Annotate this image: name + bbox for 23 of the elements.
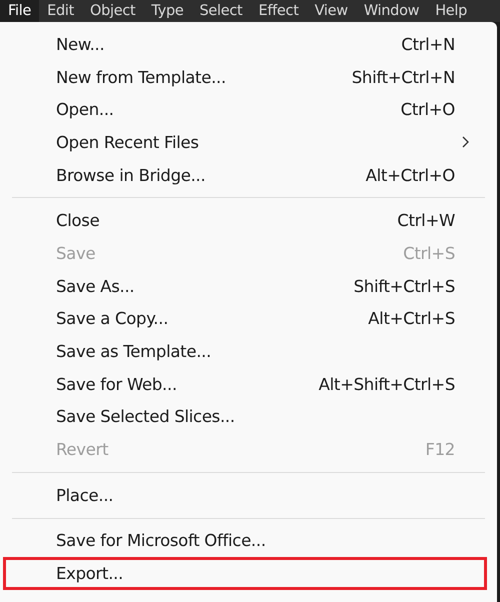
menu-bar-item[interactable]: Select <box>192 0 250 22</box>
menu-item[interactable]: Open... Ctrl+O <box>0 93 497 126</box>
menu-item[interactable]: Save for Web... Alt+Shift+Ctrl+S <box>0 368 497 401</box>
menu-item[interactable]: Save for Microsoft Office... <box>0 524 497 558</box>
menu-bar-item[interactable]: Effect <box>250 0 307 22</box>
menu-bar-item[interactable]: File <box>0 0 40 22</box>
menu-bar-item[interactable]: View <box>306 0 356 22</box>
menu-item[interactable]: Save Selected Slices... <box>0 400 497 434</box>
menu-item[interactable]: Open Recent Files <box>0 126 497 159</box>
menu-item[interactable]: Close Ctrl+W <box>0 204 497 238</box>
menu-item[interactable]: Save a Copy... Alt+Ctrl+S <box>0 302 497 336</box>
menu-item[interactable]: New... Ctrl+N <box>0 28 497 61</box>
menu-bar-item[interactable]: Window <box>356 0 428 22</box>
menu-bar-item[interactable]: Help <box>427 0 476 22</box>
menu-item[interactable]: Save As... Shift+Ctrl+S <box>0 270 497 302</box>
menu-bar-item[interactable]: Edit <box>39 0 82 22</box>
menu-item[interactable]: Browse in Bridge... Alt+Ctrl+O <box>0 158 497 192</box>
menu-item[interactable]: Place... <box>0 478 497 512</box>
menu-item[interactable]: Save as Template... <box>0 335 497 368</box>
menu-bar-item[interactable]: Object <box>82 0 144 22</box>
menu-bar-item[interactable]: Type <box>143 0 192 22</box>
menu-item[interactable]: New from Template... Shift+Ctrl+N <box>0 60 497 94</box>
menu-item[interactable]: Export... <box>3 557 487 590</box>
